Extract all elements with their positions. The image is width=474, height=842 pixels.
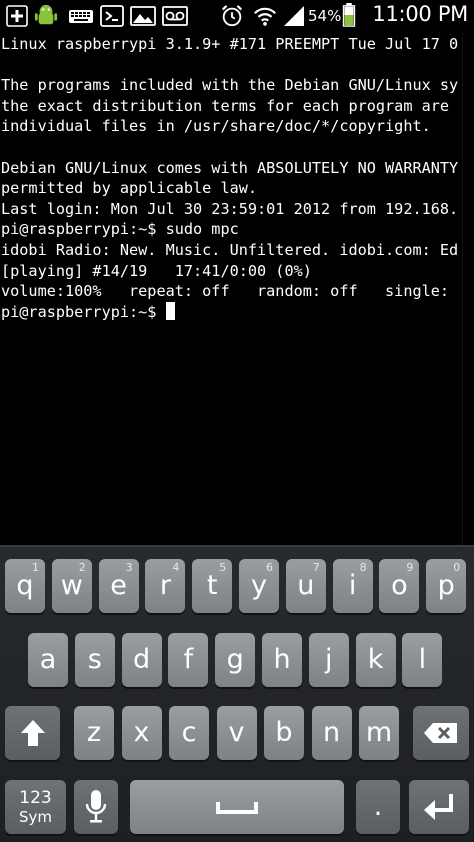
terminal-scroll-edge [462,32,474,545]
terminal-line: permitted by applicable law. [1,179,258,198]
enter-arrow-icon [424,794,453,820]
voicemail-icon [162,6,188,26]
key-label: c [181,717,197,748]
voice-input-key[interactable] [74,780,118,834]
key-k[interactable]: k [355,633,396,687]
terminal-line: pi@raspberrypi:~$ sudo mpc [1,220,239,239]
battery-icon [342,3,356,27]
terminal-line: The programs included with the Debian GN… [1,76,459,95]
key-n[interactable]: n [311,706,352,760]
key-g[interactable]: g [215,633,256,687]
key-label: e [110,570,127,601]
key-label: w [60,570,83,601]
key-a[interactable]: a [28,633,68,687]
terminal-prompt-line[interactable]: pi@raspberrypi:~$ [1,301,474,323]
key-d[interactable]: d [121,633,162,687]
key-q[interactable]: 1q [5,559,45,613]
terminal-line: Debian GNU/Linux comes with ABSOLUTELY N… [1,158,459,177]
key-label: u [297,570,315,601]
alarm-icon [221,5,243,27]
key-label: t [206,570,218,601]
key-i[interactable]: 8i [332,559,373,613]
terminal-cursor [165,301,175,320]
symbols-key-label-bottom: Sym [18,808,52,826]
backspace-key[interactable] [413,706,469,760]
key-label: x [133,717,150,748]
key-label: p [437,570,455,601]
soft-keyboard: 1q2w3e4r5t6y7u8i9o0p asd f gh j k l zxcvbnm 1… [0,545,474,842]
key-label: r [159,570,171,601]
signal-icon [284,6,304,26]
status-clock: 11:00 PM [372,2,468,26]
key-label: b [275,717,293,748]
status-bar: 54% 11:00 PM [0,0,474,32]
space-bar-icon [216,802,258,814]
key-label: j [325,644,333,675]
terminal-line: Last login: Mon Jul 30 23:59:01 2012 fro… [1,199,459,218]
terminal-line: [playing] #14/19 17:41/0:00 (0%) [1,261,312,280]
key-e[interactable]: 3e [98,559,139,613]
key-j[interactable]: j [308,633,349,687]
key-label: f [183,644,194,675]
key-m[interactable]: m [359,706,399,760]
enter-key[interactable] [409,780,469,834]
key-u[interactable]: 7u [285,559,326,613]
terminal-line: individual files in /usr/share/doc/*/cop… [1,117,431,136]
keyboard-icon [69,10,93,23]
key-label: m [365,717,393,748]
microphone-icon [85,790,107,823]
key-c[interactable]: c [169,706,209,760]
key-label: h [273,644,291,675]
key-o[interactable]: 9o [379,559,420,613]
key-label: i [348,570,357,601]
key-label: q [16,570,34,601]
plus-icon [6,5,28,27]
backspace-icon [424,723,457,743]
period-key-label: . [373,791,383,822]
symbols-key-label-top: 123 [19,788,52,808]
key-b[interactable]: b [264,706,304,760]
key-x[interactable]: x [121,706,162,760]
wifi-icon [254,7,276,26]
key-label: a [39,644,57,675]
key-s[interactable]: s [74,633,115,687]
terminal-line: the exact distribution terms for each pr… [1,96,450,115]
key-l[interactable]: l [402,633,443,687]
space-key[interactable] [130,780,344,834]
key-y[interactable]: 6y [239,559,279,613]
terminal-line: Linux raspberrypi 3.1.9+ #171 PREEMPT Tu… [1,35,459,53]
key-label: g [226,644,244,675]
key-label: k [367,644,384,675]
key-label: z [86,717,102,748]
key-v[interactable]: v [216,706,257,760]
battery-percent: 54% [308,7,342,25]
key-label: n [322,717,341,748]
key-p[interactable]: 0p [426,559,467,613]
image-icon [130,6,156,26]
key-label: o [391,570,408,601]
symbols-key[interactable]: 123 Sym [5,780,66,834]
android-icon [34,4,58,25]
shift-key[interactable] [5,706,60,760]
key-h[interactable]: h [262,633,302,687]
terminal-line: idobi Radio: New. Music. Unfiltered. ido… [1,240,459,259]
key-label: l [418,644,427,675]
key-label: y [251,570,267,601]
period-key[interactable]: . [356,780,400,834]
key-f[interactable]: f [168,633,209,687]
key-t[interactable]: 5t [192,559,233,613]
terminal-icon [100,5,124,27]
terminal-prompt: pi@raspberrypi:~$ [1,302,166,321]
terminal-line: volume:100% repeat: off random: off sing… [1,282,450,301]
shift-arrow-icon [21,720,45,746]
key-label: s [87,644,102,675]
terminal-output[interactable]: Linux raspberrypi 3.1.9+ #171 PREEMPT Tu… [0,32,474,545]
key-label: v [228,717,245,748]
key-r[interactable]: 4r [145,559,186,613]
key-label: d [133,644,151,675]
key-z[interactable]: z [74,706,114,760]
key-w[interactable]: 2w [51,559,92,613]
